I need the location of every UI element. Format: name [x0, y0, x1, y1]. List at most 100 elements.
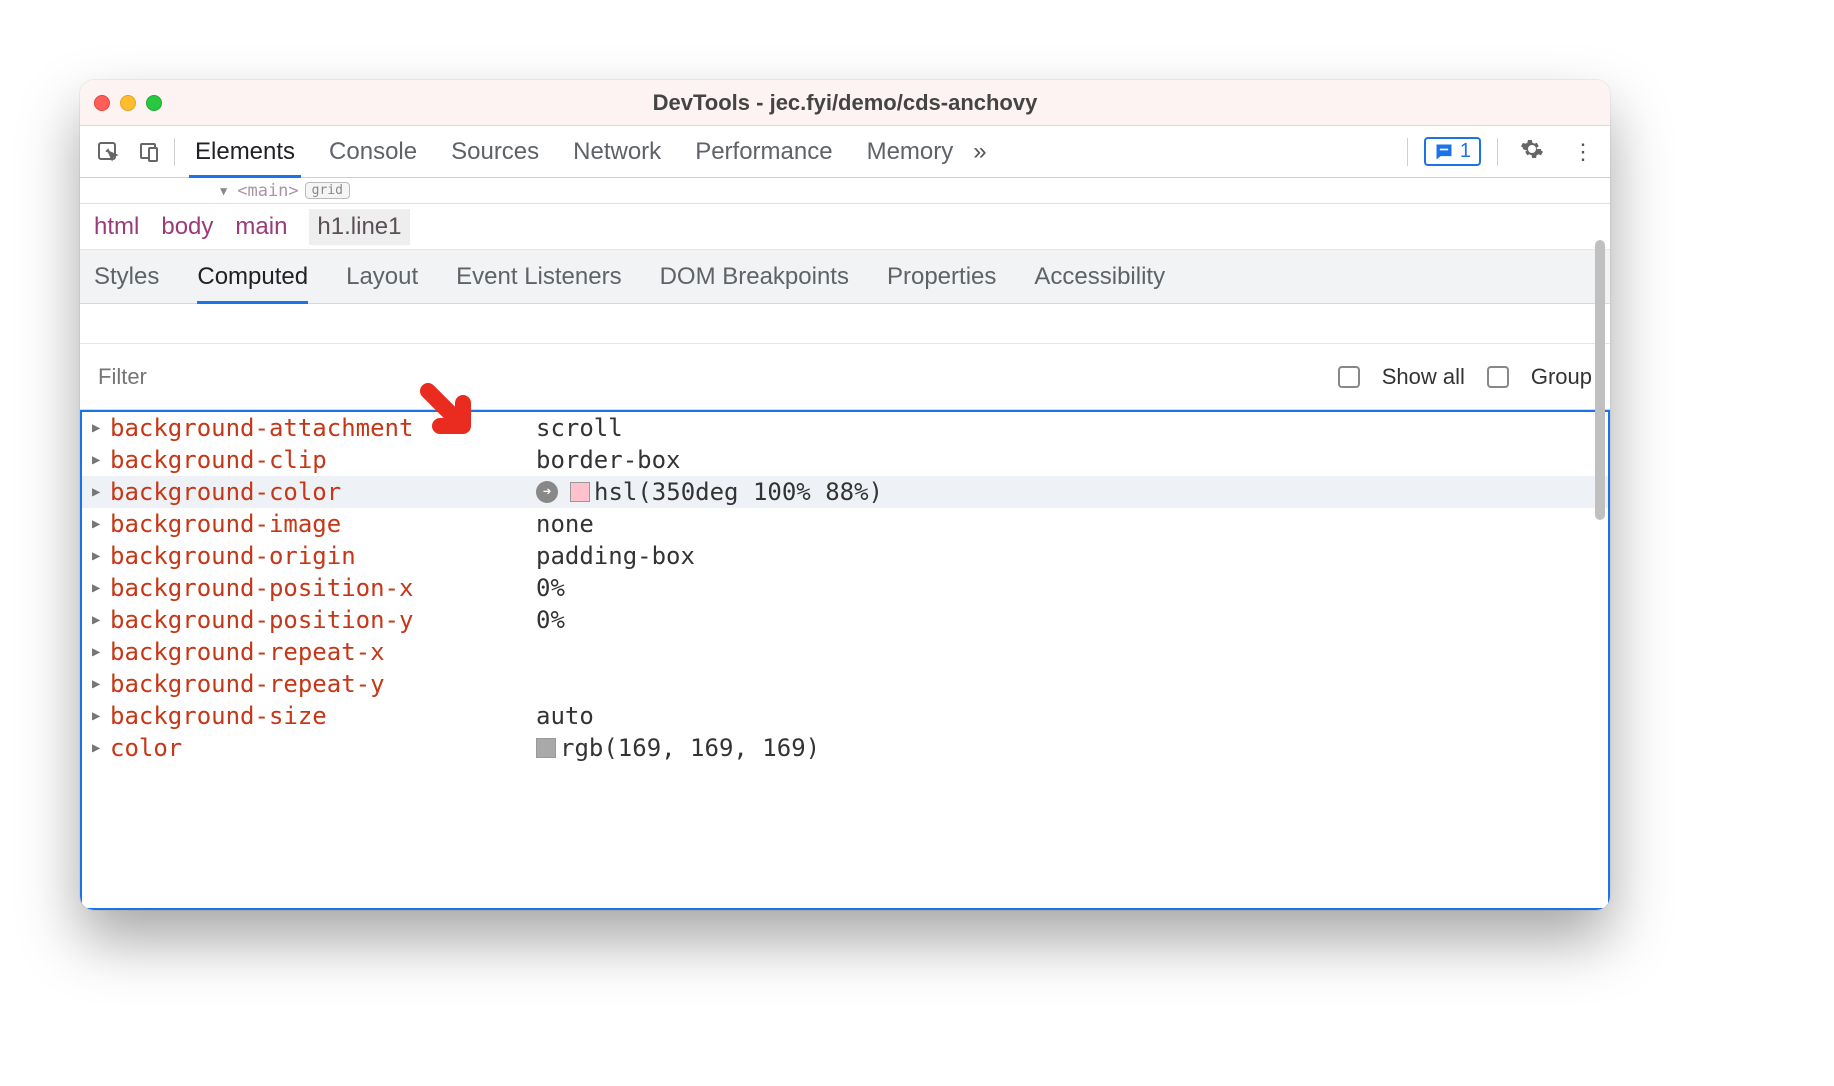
prop-value-text: scroll	[536, 414, 623, 442]
disclosure-icon[interactable]: ▶	[92, 420, 106, 436]
prop-name: color	[106, 734, 536, 762]
prop-name: background-image	[106, 510, 536, 538]
separator	[174, 138, 175, 166]
prop-name: background-repeat-x	[106, 638, 536, 666]
crumb-html[interactable]: html	[94, 213, 139, 241]
tab-accessibility[interactable]: Accessibility	[1034, 250, 1165, 303]
tab-network[interactable]: Network	[559, 126, 675, 177]
disclosure-icon[interactable]: ▶	[92, 580, 106, 596]
toolbar-right: 1 ⋮	[1407, 133, 1600, 171]
disclosure-icon[interactable]: ▶	[92, 644, 106, 660]
prop-value-text: none	[536, 510, 594, 538]
prop-value[interactable]: ➜hsl(350deg 100% 88%)	[536, 478, 883, 506]
tab-dom-breakpoints[interactable]: DOM Breakpoints	[660, 250, 849, 303]
prop-name: background-repeat-y	[106, 670, 536, 698]
prop-value-text: padding-box	[536, 542, 695, 570]
more-tabs-icon[interactable]: »	[973, 138, 986, 166]
tab-styles[interactable]: Styles	[94, 250, 159, 303]
computed-properties[interactable]: ▶background-attachmentscroll▶background-…	[80, 410, 1610, 910]
prop-value-text: auto	[536, 702, 594, 730]
kebab-menu-icon[interactable]: ⋮	[1566, 135, 1600, 169]
dom-tree-row[interactable]: ▼ <main> grid	[80, 178, 1610, 204]
show-all-checkbox[interactable]	[1338, 366, 1360, 388]
prop-value[interactable]: scroll	[536, 414, 623, 442]
disclosure-icon[interactable]: ▶	[92, 484, 106, 500]
tab-computed[interactable]: Computed	[197, 250, 308, 303]
message-icon	[1434, 142, 1454, 162]
prop-row[interactable]: ▶background-sizeauto	[82, 700, 1608, 732]
device-toggle-icon[interactable]	[132, 134, 168, 170]
filter-input[interactable]	[98, 364, 1338, 390]
disclosure-icon[interactable]: ▶	[92, 612, 106, 628]
group-label: Group	[1531, 364, 1592, 390]
disclosure-icon[interactable]: ▶	[92, 516, 106, 532]
prop-value-text: border-box	[536, 446, 681, 474]
prop-value[interactable]: rgb(169, 169, 169)	[536, 734, 820, 762]
prop-value[interactable]: border-box	[536, 446, 681, 474]
group-checkbox[interactable]	[1487, 366, 1509, 388]
tab-performance[interactable]: Performance	[681, 126, 846, 177]
prop-value[interactable]: auto	[536, 702, 594, 730]
filter-row: Show all Group	[80, 344, 1610, 410]
devtools-window: DevTools - jec.fyi/demo/cds-anchovy Elem…	[80, 80, 1610, 910]
prop-name: background-position-x	[106, 574, 536, 602]
tab-elements[interactable]: Elements	[181, 126, 309, 177]
titlebar: DevTools - jec.fyi/demo/cds-anchovy	[80, 80, 1610, 126]
tab-event-listeners[interactable]: Event Listeners	[456, 250, 621, 303]
main-toolbar: Elements Console Sources Network Perform…	[80, 126, 1610, 178]
tab-memory[interactable]: Memory	[853, 126, 968, 177]
crumb-main[interactable]: main	[235, 213, 287, 241]
disclosure-icon[interactable]: ▶	[92, 452, 106, 468]
prop-row[interactable]: ▶background-color➜hsl(350deg 100% 88%)	[82, 476, 1608, 508]
tab-strip: Elements Console Sources Network Perform…	[90, 126, 1397, 177]
disclosure-icon[interactable]: ▶	[92, 548, 106, 564]
sidebar-tabs: Styles Computed Layout Event Listeners D…	[80, 250, 1610, 304]
issues-badge[interactable]: 1	[1424, 137, 1481, 166]
crumb-body[interactable]: body	[161, 213, 213, 241]
crumb-selected[interactable]: h1.line1	[309, 209, 409, 245]
prop-row[interactable]: ▶background-imagenone	[82, 508, 1608, 540]
inspect-icon[interactable]	[90, 134, 126, 170]
prop-name: background-origin	[106, 542, 536, 570]
color-swatch[interactable]	[536, 738, 556, 758]
color-swatch[interactable]	[570, 482, 590, 502]
tab-layout[interactable]: Layout	[346, 250, 418, 303]
scrollbar-thumb[interactable]	[1595, 240, 1605, 520]
disclosure-icon[interactable]: ▶	[92, 676, 106, 692]
prop-name: background-position-y	[106, 606, 536, 634]
prop-row[interactable]: ▶background-position-x0%	[82, 572, 1608, 604]
prop-name: background-clip	[106, 446, 536, 474]
tab-console[interactable]: Console	[315, 126, 431, 177]
scrollbar[interactable]	[1593, 240, 1607, 740]
window-title: DevTools - jec.fyi/demo/cds-anchovy	[80, 90, 1610, 116]
settings-icon[interactable]	[1514, 133, 1550, 171]
prop-row[interactable]: ▶background-repeat-y	[82, 668, 1608, 700]
disclosure-icon[interactable]: ▶	[92, 740, 106, 756]
prop-value-text: 0%	[536, 574, 565, 602]
prop-row[interactable]: ▶background-originpadding-box	[82, 540, 1608, 572]
issues-count: 1	[1460, 140, 1471, 163]
tab-sources[interactable]: Sources	[437, 126, 553, 177]
prop-row[interactable]: ▶colorrgb(169, 169, 169)	[82, 732, 1608, 764]
prop-value[interactable]: none	[536, 510, 594, 538]
disclosure-icon[interactable]: ▶	[92, 708, 106, 724]
spacer-row	[80, 304, 1610, 344]
navigate-icon[interactable]: ➜	[536, 481, 558, 503]
prop-name: background-color	[106, 478, 536, 506]
prop-value-text: 0%	[536, 606, 565, 634]
breadcrumb: html body main h1.line1	[80, 204, 1610, 250]
prop-row[interactable]: ▶background-attachmentscroll	[82, 412, 1608, 444]
prop-row[interactable]: ▶background-repeat-x	[82, 636, 1608, 668]
prop-name: background-size	[106, 702, 536, 730]
prop-row[interactable]: ▶background-position-y0%	[82, 604, 1608, 636]
separator	[1407, 138, 1408, 166]
tab-properties[interactable]: Properties	[887, 250, 996, 303]
prop-name: background-attachment	[106, 414, 536, 442]
prop-value[interactable]: 0%	[536, 574, 565, 602]
prop-row[interactable]: ▶background-clipborder-box	[82, 444, 1608, 476]
disclosure-icon: ▼	[220, 184, 227, 198]
separator	[1497, 138, 1498, 166]
grid-badge[interactable]: grid	[305, 182, 350, 199]
prop-value[interactable]: 0%	[536, 606, 565, 634]
prop-value[interactable]: padding-box	[536, 542, 695, 570]
